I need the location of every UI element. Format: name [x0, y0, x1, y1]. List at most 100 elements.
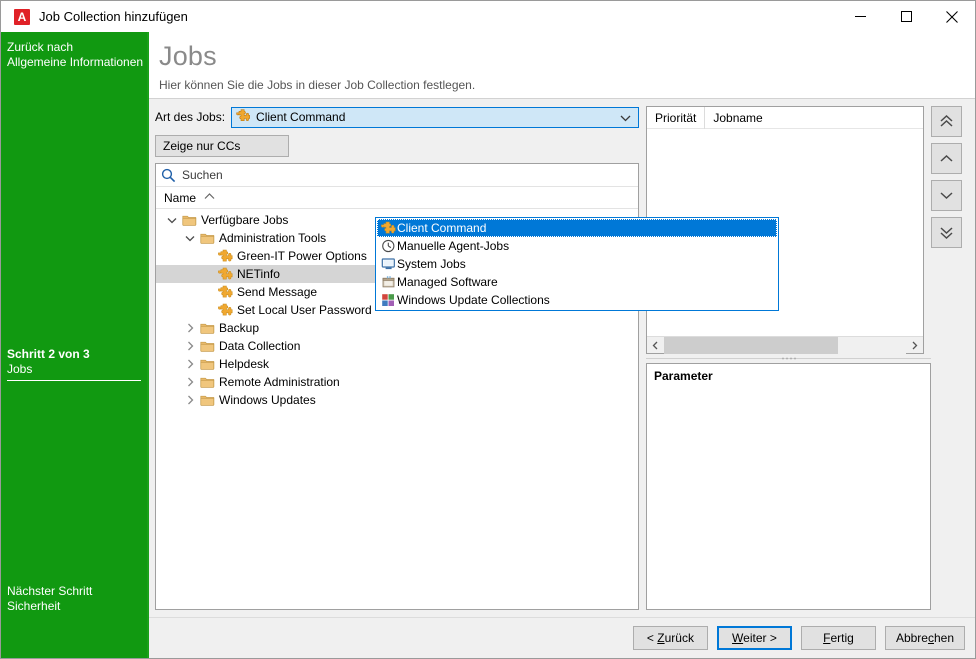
column-header-jobname[interactable]: Jobname	[705, 107, 770, 129]
chevron-right-icon[interactable]	[182, 359, 198, 369]
dialog-window: A Job Collection hinzufügen Zurück nach …	[0, 0, 976, 659]
maximize-button[interactable]	[883, 1, 929, 32]
close-icon	[946, 11, 958, 23]
scroll-left-arrow-icon[interactable]	[647, 337, 664, 354]
tree-column-header[interactable]: Name	[156, 187, 638, 209]
scrollbar-track[interactable]	[664, 337, 906, 354]
dropdown-item-label: System Jobs	[397, 257, 466, 271]
mnemonic-char: c	[928, 631, 934, 645]
selected-jobs-header: Priorität Jobname	[647, 107, 923, 129]
back-button[interactable]: < Zurück	[633, 626, 708, 650]
tree-node[interactable]: Helpdesk	[156, 355, 638, 373]
folder-icon	[200, 393, 215, 407]
next-button[interactable]: Weiter >	[717, 626, 792, 650]
move-to-top-button[interactable]	[931, 106, 962, 137]
page-subtitle: Hier können Sie die Jobs in dieser Job C…	[159, 78, 975, 92]
back-navigation-link[interactable]: Zurück nach Allgemeine Informationen	[7, 40, 145, 70]
horizontal-scrollbar[interactable]	[647, 336, 923, 353]
folder-icon	[200, 339, 215, 353]
sort-ascending-icon	[204, 192, 215, 203]
folder-icon	[200, 375, 215, 389]
folder-icon	[198, 339, 216, 353]
dropdown-item-manuelle-agent-jobs[interactable]: Manuelle Agent-Jobs	[377, 237, 777, 255]
chevron-right-icon[interactable]	[182, 377, 198, 387]
dropdown-item-managed-software[interactable]: Managed Software	[377, 273, 777, 291]
puzzle-piece-icon	[216, 303, 234, 317]
puzzle-piece-icon	[379, 221, 397, 235]
package-icon	[381, 275, 396, 289]
back-button-label: < Zurück	[647, 631, 694, 645]
folder-icon	[198, 231, 216, 245]
tree-node-label: Administration Tools	[219, 231, 326, 245]
scroll-right-arrow-icon[interactable]	[906, 337, 923, 354]
windows-update-icon	[381, 293, 396, 307]
clock-icon	[379, 239, 397, 253]
parameter-panel[interactable]: Parameter	[646, 363, 931, 610]
cancel-button[interactable]: Abbrechen	[885, 626, 965, 650]
tree-node[interactable]: Remote Administration	[156, 373, 638, 391]
page-title: Jobs	[159, 40, 975, 72]
next-step-label: Nächster Schritt	[7, 584, 141, 599]
chevron-right-icon[interactable]	[182, 395, 198, 405]
tree-node[interactable]: Windows Updates	[156, 391, 638, 409]
folder-icon	[198, 321, 216, 335]
current-step-block: Schritt 2 von 3 Jobs	[7, 347, 141, 381]
chevron-down-icon	[938, 190, 955, 201]
scrollbar-thumb[interactable]	[664, 337, 838, 354]
puzzle-piece-icon	[381, 221, 396, 235]
dropdown-item-windows-update-collections[interactable]: Windows Update Collections	[377, 291, 777, 309]
puzzle-piece-icon	[218, 249, 233, 263]
move-down-button[interactable]	[931, 180, 962, 211]
dropdown-item-system-jobs[interactable]: System Jobs	[377, 255, 777, 273]
monitor-icon	[381, 257, 396, 271]
wizard-sidebar: Zurück nach Allgemeine Informationen Sch…	[1, 32, 147, 658]
minimize-button[interactable]	[837, 1, 883, 32]
maximize-icon	[901, 11, 912, 22]
dialog-body: Zurück nach Allgemeine Informationen Sch…	[1, 32, 975, 658]
move-up-button[interactable]	[931, 143, 962, 174]
show-only-ccs-button[interactable]: Zeige nur CCs	[155, 135, 289, 157]
job-type-combobox[interactable]: Client Command	[231, 107, 639, 128]
dropdown-item-label: Manuelle Agent-Jobs	[397, 239, 509, 253]
mnemonic-char: W	[732, 631, 743, 645]
double-chevron-up-icon	[938, 114, 955, 129]
tree-node[interactable]: Backup	[156, 319, 638, 337]
chevron-down-icon[interactable]	[182, 235, 198, 242]
dropdown-item-label: Windows Update Collections	[397, 293, 550, 307]
column-header-prioritaet[interactable]: Priorität	[647, 107, 705, 129]
magnifier-icon	[161, 168, 176, 183]
puzzle-piece-icon	[218, 285, 233, 299]
folder-icon	[198, 357, 216, 371]
folder-icon	[200, 231, 215, 245]
chevron-up-icon	[938, 153, 955, 164]
back-link-line2: Allgemeine Informationen	[7, 55, 145, 70]
chevron-down-icon[interactable]	[164, 217, 180, 224]
puzzle-piece-icon	[218, 267, 233, 281]
chevron-right-icon[interactable]	[182, 323, 198, 333]
tree-node-label: Windows Updates	[219, 393, 316, 407]
finish-button[interactable]: Fertig	[801, 626, 876, 650]
puzzle-piece-icon	[216, 249, 234, 263]
dropdown-item-client-command[interactable]: Client Command	[377, 219, 777, 237]
tree-node-label: Helpdesk	[219, 357, 269, 371]
search-input[interactable]	[180, 167, 380, 183]
close-button[interactable]	[929, 1, 975, 32]
job-type-selected-value: Client Command	[256, 110, 345, 124]
folder-icon	[198, 375, 216, 389]
folder-icon	[200, 321, 215, 335]
back-link-line1: Zurück nach	[7, 40, 145, 55]
move-to-bottom-button[interactable]	[931, 217, 962, 248]
chevron-down-icon[interactable]	[620, 108, 631, 129]
chevron-right-icon[interactable]	[182, 341, 198, 351]
dropdown-item-label: Managed Software	[397, 275, 498, 289]
job-type-dropdown-list[interactable]: Client Command Manuelle Agent-Jobs System …	[375, 217, 779, 311]
panel-splitter[interactable]	[646, 354, 969, 363]
tree-column-name-label: Name	[164, 191, 196, 205]
current-step-name: Jobs	[7, 362, 141, 377]
tree-node[interactable]: Data Collection	[156, 337, 638, 355]
dropdown-item-label: Client Command	[397, 221, 486, 235]
splitter-grip[interactable]	[781, 357, 797, 360]
tree-node-label: Send Message	[237, 285, 317, 299]
puzzle-piece-icon	[218, 303, 233, 317]
next-step-block[interactable]: Nächster Schritt Sicherheit	[7, 584, 141, 614]
